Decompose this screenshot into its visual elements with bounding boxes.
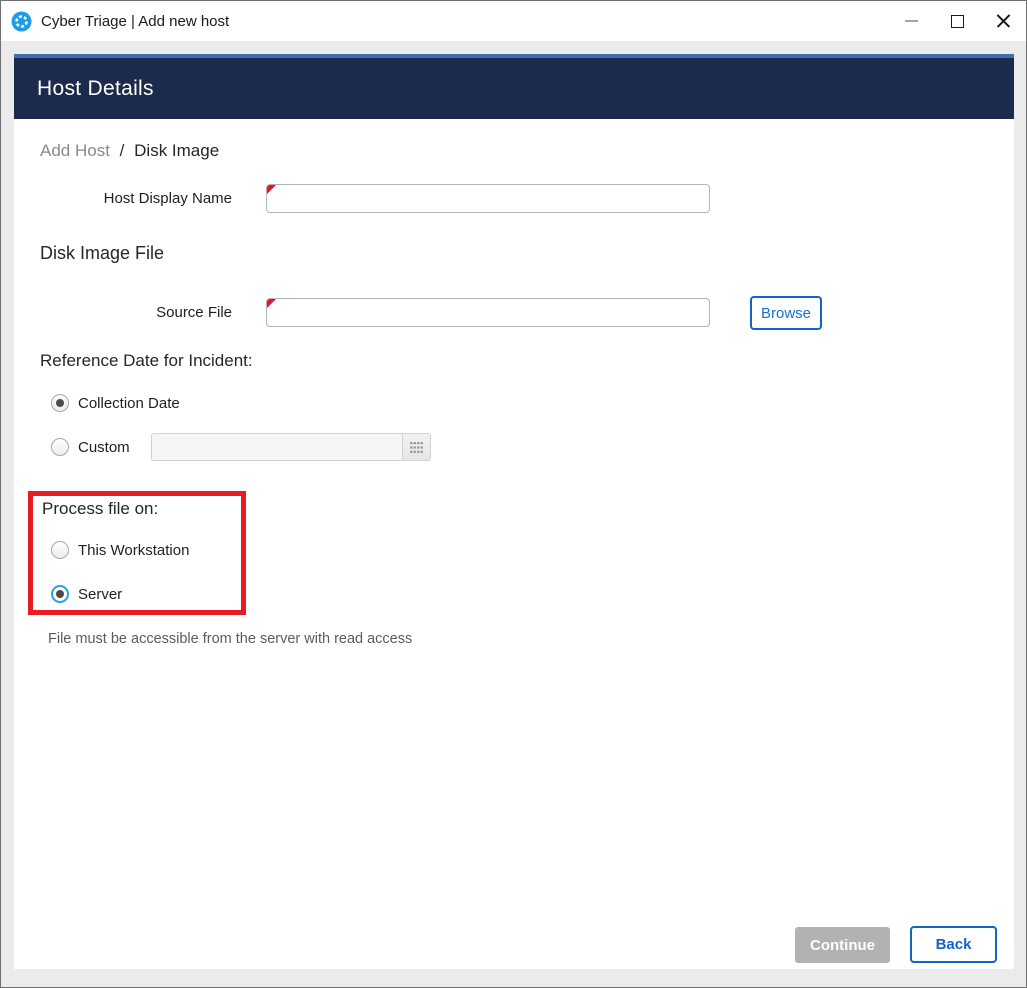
custom-date-input[interactable] — [151, 433, 402, 461]
breadcrumb-separator: / — [120, 141, 125, 160]
maximize-icon — [951, 15, 964, 28]
source-file-field — [266, 298, 710, 327]
app-window: Cyber Triage | Add new host Host Details… — [0, 0, 1027, 988]
host-display-name-row: Host Display Name — [14, 184, 710, 213]
this-workstation-radio[interactable] — [51, 541, 69, 559]
page-title: Host Details — [37, 77, 154, 101]
browse-button[interactable]: Browse — [750, 296, 822, 330]
this-workstation-label: This Workstation — [78, 542, 189, 559]
close-button[interactable] — [980, 1, 1026, 41]
source-file-row: Source File — [14, 298, 710, 327]
calendar-button[interactable] — [402, 433, 431, 461]
radio-row-server: Server — [51, 585, 122, 603]
minimize-icon — [905, 20, 918, 22]
minimize-button[interactable] — [888, 1, 934, 41]
maximize-button[interactable] — [934, 1, 980, 41]
source-file-label: Source File — [14, 304, 248, 321]
window-title: Cyber Triage | Add new host — [41, 13, 229, 30]
host-display-name-input[interactable] — [266, 184, 710, 213]
continue-button[interactable]: Continue — [795, 927, 890, 963]
custom-date-label: Custom — [78, 439, 130, 456]
titlebar: Cyber Triage | Add new host — [1, 1, 1026, 41]
radio-row-collection-date: Collection Date — [51, 394, 180, 412]
collection-date-radio[interactable] — [51, 394, 69, 412]
disk-image-file-heading: Disk Image File — [40, 243, 164, 264]
cyber-triage-app-icon — [11, 11, 32, 32]
server-label: Server — [78, 586, 122, 603]
back-button[interactable]: Back — [910, 926, 997, 963]
server-access-note: File must be accessible from the server … — [48, 631, 412, 647]
radio-row-this-workstation: This Workstation — [51, 541, 189, 559]
host-display-name-field — [266, 184, 710, 213]
main-panel: Host Details Add Host / Disk Image Host … — [14, 54, 1014, 969]
process-file-on-heading: Process file on: — [42, 499, 158, 519]
host-display-name-label: Host Display Name — [14, 190, 248, 207]
calendar-icon — [410, 442, 423, 453]
form-content: Add Host / Disk Image Host Display Name … — [14, 119, 1014, 969]
breadcrumb: Add Host / Disk Image — [40, 141, 219, 161]
header-band: Host Details — [14, 58, 1014, 119]
reference-date-heading: Reference Date for Incident: — [40, 351, 253, 371]
custom-date-combo — [151, 433, 431, 461]
close-icon — [996, 14, 1011, 29]
radio-row-custom: Custom — [51, 433, 431, 461]
breadcrumb-disk-image: Disk Image — [134, 141, 219, 160]
custom-date-radio[interactable] — [51, 438, 69, 456]
window-controls — [888, 1, 1026, 41]
source-file-input[interactable] — [266, 298, 710, 327]
collection-date-label: Collection Date — [78, 395, 180, 412]
server-radio[interactable] — [51, 585, 69, 603]
breadcrumb-add-host: Add Host — [40, 141, 110, 160]
